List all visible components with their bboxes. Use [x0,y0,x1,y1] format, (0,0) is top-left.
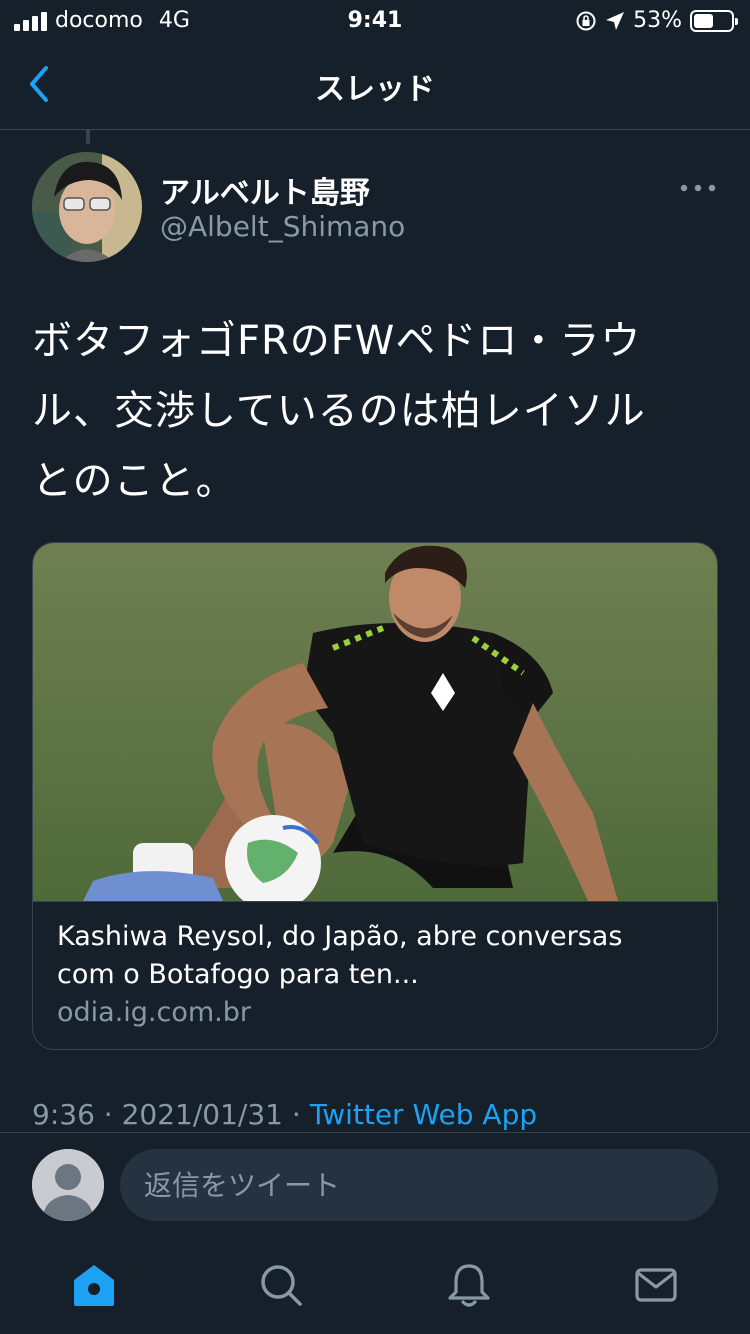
status-right: 53% [575,8,738,33]
tab-notifications[interactable] [375,1236,563,1334]
header: スレッド [0,42,750,130]
author-avatar[interactable] [32,152,142,262]
orientation-lock-icon [576,11,596,30]
mail-icon [635,1268,677,1302]
reply-bar [0,1132,750,1236]
user-avatar[interactable] [32,1149,104,1221]
card-body: Kashiwa Reysol, do Japão, abre conversas… [33,901,717,1048]
more-dots-icon [680,184,716,192]
tab-home[interactable] [0,1236,188,1334]
search-icon [261,1265,302,1306]
thread-connector-line [86,130,90,144]
status-bar: docomo 4G 9:41 53% [0,0,750,42]
tweet-text-line: とのこと。 [32,458,237,504]
home-icon [73,1265,114,1306]
link-card[interactable]: Kashiwa Reysol, do Japão, abre conversas… [32,542,718,1050]
meta-separator: · [103,1098,113,1131]
card-title-line: Kashiwa Reysol, do Japão, abre conversas [57,921,623,952]
reply-input[interactable] [120,1149,718,1221]
tweet-time: 9:36 [32,1098,95,1131]
bell-icon [448,1264,490,1307]
tab-bar [0,1236,750,1334]
avatar-image [32,152,142,262]
tweet-text-line: ル、交渉しているのは柏レイソル [32,388,646,434]
tweet-source-link[interactable]: Twitter Web App [310,1098,537,1131]
tweet-text: ボタフォゴFRのFWペドロ・ラウ ル、交渉しているのは柏レイソル とのこと。 [32,306,722,516]
tweet-meta: 9:36 · 2021/01/31 · Twitter Web App [32,1098,537,1131]
author-name[interactable]: アルベルト島野 [160,168,370,212]
tweet-date: 2021/01/31 [121,1098,283,1131]
page-title: スレッド [315,72,435,107]
more-options-button[interactable] [678,178,718,198]
tweet-text-line: ボタフォゴFRのFWペドロ・ラウ [32,318,642,364]
battery-percent: 53% [633,8,682,33]
author-handle[interactable]: @Albelt_Shimano [160,210,405,243]
card-domain: odia.ig.com.br [57,997,251,1028]
tab-messages[interactable] [563,1236,750,1334]
tab-search[interactable] [188,1236,376,1334]
location-icon [606,11,625,30]
card-image [33,543,717,901]
card-title-line: com o Botafogo para ten... [57,959,419,990]
default-avatar-icon [32,1149,104,1221]
meta-separator: · [291,1098,301,1131]
battery-icon [690,9,738,32]
